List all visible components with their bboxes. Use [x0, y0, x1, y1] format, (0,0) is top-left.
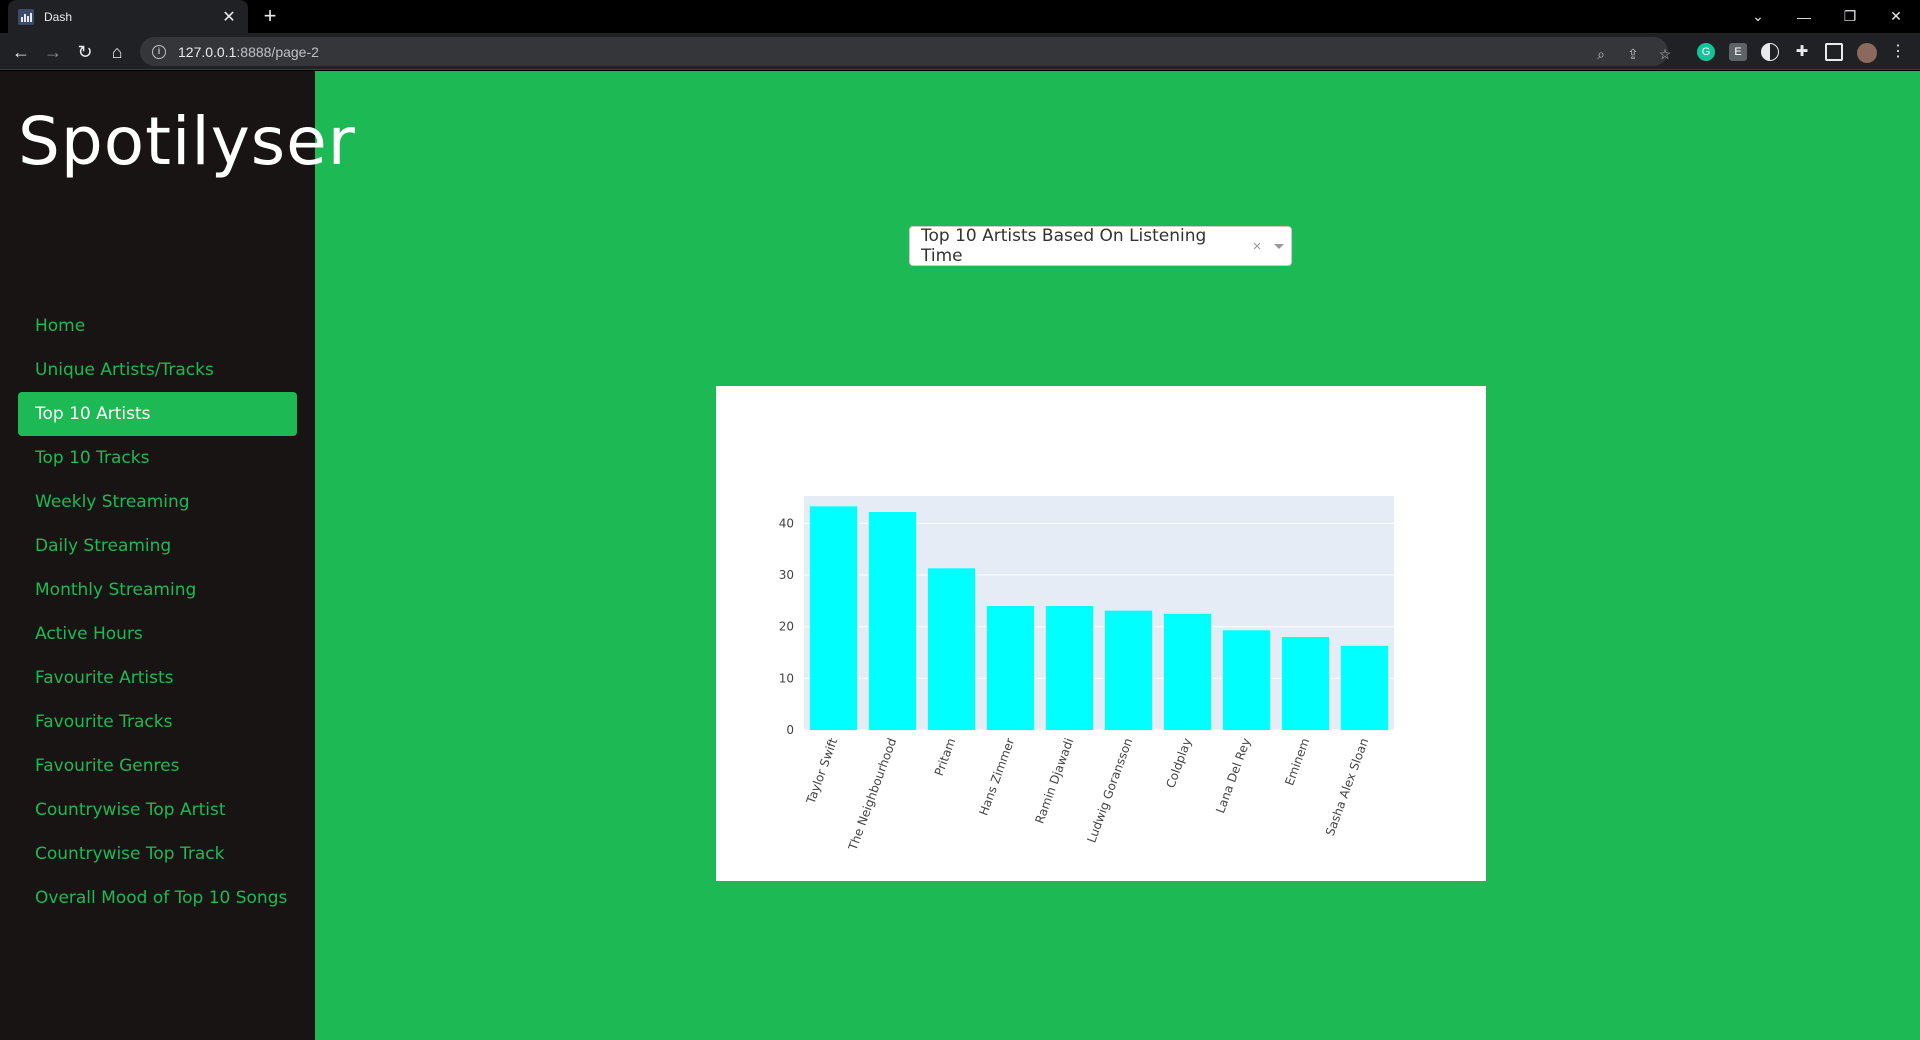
- x-tick-label: Ramin Djawadi: [1032, 736, 1076, 825]
- sidebar-item-unique-artists-tracks[interactable]: Unique Artists/Tracks: [18, 348, 297, 392]
- sidebar-item-active-hours[interactable]: Active Hours: [18, 612, 297, 656]
- home-icon[interactable]: ⌂: [104, 39, 130, 65]
- clear-icon[interactable]: ×: [1247, 238, 1267, 255]
- x-tick-label: The Neighbourhood: [845, 736, 899, 853]
- sidebar-nav: Home Unique Artists/Tracks Top 10 Artist…: [18, 304, 297, 920]
- sidebar-item-home[interactable]: Home: [18, 304, 297, 348]
- tab-title: Dash: [44, 9, 73, 24]
- puzzle-icon[interactable]: ✚: [1793, 43, 1811, 61]
- sidebar-item-favourite-tracks[interactable]: Favourite Tracks: [18, 700, 297, 744]
- x-tick-label: Taylor Swift: [803, 736, 840, 807]
- sidebar-item-favourite-artists[interactable]: Favourite Artists: [18, 656, 297, 700]
- sidepanel-icon[interactable]: [1825, 43, 1843, 61]
- y-tick-label: 40: [779, 516, 794, 530]
- x-tick-label: Lana Del Rey: [1213, 736, 1253, 815]
- y-tick-label: 30: [779, 568, 794, 582]
- dark-mode-icon[interactable]: [1761, 43, 1779, 61]
- bar: [1222, 630, 1271, 730]
- bar: [927, 568, 976, 730]
- dropdown-selected-value: Top 10 Artists Based On Listening Time: [921, 226, 1207, 266]
- bar-chart: 0 10 20 30 40 Taylor Swift The Neighbourhood Pr…: [716, 386, 1486, 881]
- sidebar-item-weekly-streaming[interactable]: Weekly Streaming: [18, 480, 297, 524]
- bar: [1281, 637, 1330, 730]
- sidebar-item-countrywise-top-artist[interactable]: Countrywise Top Artist: [18, 788, 297, 832]
- bar: [1104, 610, 1153, 730]
- new-tab-button[interactable]: +: [258, 4, 282, 28]
- tab-search-icon[interactable]: ⌄: [1735, 0, 1781, 33]
- extension-e-icon[interactable]: E: [1729, 43, 1747, 61]
- tab-close-icon[interactable]: ✕: [220, 7, 238, 27]
- sidebar-item-top-10-tracks[interactable]: Top 10 Tracks: [18, 436, 297, 480]
- bar: [1163, 613, 1212, 730]
- sidebar-item-top-10-artists[interactable]: Top 10 Artists: [18, 392, 297, 436]
- browser-toolbar: ← → ↻ ⌂ i 127.0.0.1:8888/page-2 ⌕ ⇪ ☆: [0, 33, 1920, 70]
- zoom-icon[interactable]: ⌕: [1592, 45, 1610, 63]
- address-bar[interactable]: i 127.0.0.1:8888/page-2 ⌕ ⇪ ☆: [140, 37, 1671, 66]
- sidebar-item-daily-streaming[interactable]: Daily Streaming: [18, 524, 297, 568]
- x-tick-label: Eminem: [1282, 736, 1312, 787]
- app-page: Spotilyser Home Unique Artists/Tracks To…: [0, 71, 1920, 1040]
- url-text[interactable]: 127.0.0.1:8888/page-2: [178, 44, 319, 60]
- sidebar-item-overall-mood[interactable]: Overall Mood of Top 10 Songs: [18, 876, 297, 920]
- y-tick-label: 20: [779, 620, 794, 634]
- bar: [1045, 606, 1094, 730]
- grammarly-icon[interactable]: G: [1697, 43, 1715, 61]
- x-tick-label: Hans Zimmer: [976, 736, 1017, 817]
- x-tick-label: Pritam: [932, 736, 959, 777]
- site-info-icon[interactable]: i: [152, 44, 166, 59]
- bar: [1340, 645, 1389, 730]
- y-tick-label: 10: [779, 671, 794, 685]
- y-tick-label: 0: [786, 723, 794, 737]
- share-icon[interactable]: ⇪: [1624, 45, 1642, 63]
- reload-icon[interactable]: ↻: [72, 39, 98, 65]
- browser-tab[interactable]: Dash ✕: [8, 0, 248, 33]
- x-tick-label: Coldplay: [1163, 736, 1194, 790]
- sidebar-item-favourite-genres[interactable]: Favourite Genres: [18, 744, 297, 788]
- sidebar-item-monthly-streaming[interactable]: Monthly Streaming: [18, 568, 297, 612]
- menu-icon[interactable]: ⋮: [1889, 43, 1907, 61]
- restore-button[interactable]: ❐: [1827, 0, 1873, 33]
- sidebar: Spotilyser Home Unique Artists/Tracks To…: [0, 71, 355, 1040]
- back-icon[interactable]: ←: [8, 39, 34, 65]
- star-icon[interactable]: ☆: [1656, 45, 1674, 63]
- avatar[interactable]: [1857, 43, 1877, 63]
- dash-favicon-icon: [18, 8, 34, 25]
- chart-select-dropdown[interactable]: Top 10 Artists Based On Listening Time ×: [909, 226, 1292, 266]
- bar: [809, 506, 858, 730]
- brand-title: Spotilyser: [18, 103, 356, 180]
- x-tick-label: Ludwig Goransson: [1084, 736, 1135, 844]
- minimize-button[interactable]: —: [1781, 0, 1827, 33]
- bar: [868, 512, 917, 730]
- x-tick-label: Sasha Alex Sloan: [1323, 736, 1371, 837]
- chart-svg: 0 10 20 30 40 Taylor Swift The Neighbourhood Pr…: [779, 496, 1394, 853]
- close-window-button[interactable]: ✕: [1873, 0, 1919, 33]
- sidebar-item-countrywise-top-track[interactable]: Countrywise Top Track: [18, 832, 297, 876]
- forward-icon[interactable]: →: [40, 39, 66, 65]
- tab-strip: Dash ✕ + ⌄ — ❐ ✕: [0, 0, 1920, 33]
- chevron-down-icon[interactable]: [1267, 226, 1291, 266]
- bar: [986, 606, 1035, 730]
